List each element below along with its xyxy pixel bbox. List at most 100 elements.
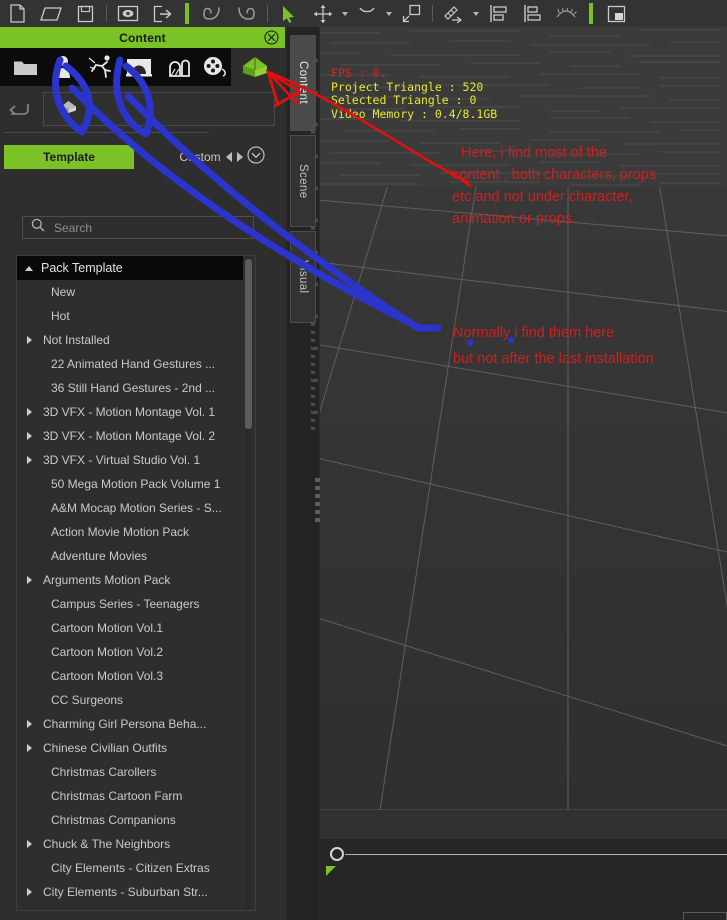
tab-template[interactable]: Template xyxy=(4,145,134,169)
media-icon[interactable] xyxy=(196,48,234,86)
list-item-label: Cartoon Motion Vol.3 xyxy=(51,669,164,683)
timeline-track[interactable] xyxy=(345,854,727,855)
scale-icon[interactable] xyxy=(394,0,428,27)
viewport-corner-control[interactable] xyxy=(683,912,727,920)
list-item[interactable]: Charming Girl Persona Beha... xyxy=(17,712,243,736)
list-item[interactable]: 22 Animated Hand Gestures ... xyxy=(17,352,243,376)
chevron-right-icon[interactable] xyxy=(27,744,39,752)
timeline-handle[interactable] xyxy=(330,847,344,861)
align-top-icon[interactable] xyxy=(481,0,515,27)
list-item[interactable]: Not Installed xyxy=(17,328,243,352)
pack-icon[interactable] xyxy=(236,48,274,86)
list-item-label: Adventure Movies xyxy=(51,549,148,563)
chevron-right-icon[interactable] xyxy=(27,840,39,848)
chevron-right-icon[interactable] xyxy=(27,432,39,440)
list-item[interactable]: 50 Mega Motion Pack Volume 1 xyxy=(17,472,243,496)
move-icon[interactable] xyxy=(306,0,340,27)
viewport-3d[interactable]: FPS : 0. Project Triangle : 520 Selected… xyxy=(320,27,727,839)
list-item[interactable]: Chuck & The Neighbors xyxy=(17,832,243,856)
list-item[interactable]: CC Surgeons xyxy=(17,688,243,712)
chevron-right-icon[interactable] xyxy=(27,408,39,416)
list-item[interactable]: Chinese Civilian Outfits xyxy=(17,736,243,760)
motion-dropdown-caret-icon[interactable] xyxy=(471,0,481,27)
stat-project-triangle: Project Triangle : 520 xyxy=(331,79,484,94)
list-item[interactable]: City Elements - Suburbs in xyxy=(17,904,243,910)
character-icon[interactable] xyxy=(44,48,82,86)
list-item[interactable]: A&M Mocap Motion Series - S... xyxy=(17,496,243,520)
list-item[interactable]: 3D VFX - Motion Montage Vol. 1 xyxy=(17,400,243,424)
list-item[interactable]: Campus Series - Teenagers xyxy=(17,592,243,616)
page-title: Content xyxy=(119,30,166,45)
list-item[interactable]: Cartoon Motion Vol.1 xyxy=(17,616,243,640)
chevron-right-icon[interactable] xyxy=(27,720,39,728)
timeline-bar xyxy=(320,839,727,920)
list-item-label: City Elements - Citizen Extras xyxy=(51,861,210,875)
chevron-down-icon[interactable] xyxy=(247,146,265,164)
list-item[interactable]: 3D VFX - Virtual Studio Vol. 1 xyxy=(17,448,243,472)
chevron-up-icon[interactable] xyxy=(25,265,37,271)
sidebar-item-visual[interactable]: Visual xyxy=(290,231,316,323)
select-arrow-icon[interactable] xyxy=(272,0,306,27)
export-icon[interactable] xyxy=(145,0,179,27)
new-project-icon[interactable] xyxy=(0,0,34,27)
chevron-right-icon[interactable] xyxy=(87,105,93,113)
list-item[interactable]: Cartoon Motion Vol.3 xyxy=(17,664,243,688)
sidebar-item-content[interactable]: Content xyxy=(290,35,316,131)
dock-tab-label-scene: Scene xyxy=(297,163,309,199)
list-item-label: Christmas Cartoon Farm xyxy=(51,789,183,803)
list-item[interactable]: Christmas Carollers xyxy=(17,760,243,784)
redo-icon[interactable] xyxy=(229,0,263,27)
breadcrumb-path-bar[interactable] xyxy=(43,92,275,126)
list-item[interactable]: City Elements - Suburban Str... xyxy=(17,880,243,904)
application-window: Content Template Custom Search Pack Temp… xyxy=(0,0,727,920)
list-scrollbar[interactable] xyxy=(245,259,252,909)
list-item[interactable]: Christmas Cartoon Farm xyxy=(17,784,243,808)
list-item[interactable]: Arguments Motion Pack xyxy=(17,568,243,592)
sidebar-item-scene[interactable]: Scene xyxy=(290,135,316,227)
chevron-right-icon[interactable] xyxy=(27,888,39,896)
pack-template-list[interactable]: Pack Template New Hot Not Installed 22 Anima… xyxy=(16,255,256,911)
undo-icon[interactable] xyxy=(195,0,229,27)
search-input[interactable]: Search xyxy=(22,216,254,239)
list-item-label: New xyxy=(51,285,76,299)
list-items-container: Pack Template New Hot Not Installed 22 Anima… xyxy=(17,256,243,910)
playhead-marker-icon[interactable] xyxy=(326,866,336,876)
toolbar-accent-bar-2 xyxy=(589,3,593,24)
list-scrollbar-thumb[interactable] xyxy=(245,259,252,429)
rotate-dropdown-caret-icon[interactable] xyxy=(384,0,394,27)
tabs-divider xyxy=(4,132,209,133)
list-group-header[interactable]: Pack Template xyxy=(17,256,243,280)
stage-icon[interactable] xyxy=(120,48,158,86)
back-button[interactable] xyxy=(6,98,32,120)
list-item-label: Not Installed xyxy=(43,333,110,347)
folder-icon[interactable] xyxy=(6,48,44,86)
chevron-right-icon[interactable] xyxy=(27,336,39,344)
list-item[interactable]: 36 Still Hand Gestures - 2nd ... xyxy=(17,376,243,400)
save-project-icon[interactable] xyxy=(68,0,102,27)
list-item[interactable]: Christmas Companions xyxy=(17,808,243,832)
eyelash-icon[interactable] xyxy=(549,0,583,27)
list-item[interactable]: Action Movie Motion Pack xyxy=(17,520,243,544)
preview-eye-icon[interactable] xyxy=(111,0,145,27)
close-icon[interactable] xyxy=(264,30,279,45)
open-project-icon[interactable] xyxy=(34,0,68,27)
list-item-label: A&M Mocap Motion Series - S... xyxy=(51,501,222,515)
tabs-scroll-right-icon[interactable] xyxy=(237,152,243,162)
tabs-scroll-left-icon[interactable] xyxy=(226,152,232,162)
rotate-icon[interactable] xyxy=(350,0,384,27)
list-item-label: City Elements - Suburbs in xyxy=(51,909,193,910)
chevron-right-icon[interactable] xyxy=(27,576,39,584)
move-dropdown-caret-icon[interactable] xyxy=(340,0,350,27)
list-item[interactable]: Hot xyxy=(17,304,243,328)
list-item[interactable]: Adventure Movies xyxy=(17,544,243,568)
align-bottom-icon[interactable] xyxy=(515,0,549,27)
prop-icon[interactable] xyxy=(158,48,196,86)
render-icon[interactable] xyxy=(599,0,633,27)
list-item[interactable]: Cartoon Motion Vol.2 xyxy=(17,640,243,664)
chevron-right-icon[interactable] xyxy=(27,456,39,464)
motion-icon[interactable] xyxy=(82,48,120,86)
list-item[interactable]: New xyxy=(17,280,243,304)
list-item[interactable]: 3D VFX - Motion Montage Vol. 2 xyxy=(17,424,243,448)
list-item[interactable]: City Elements - Citizen Extras xyxy=(17,856,243,880)
edit-motion-icon[interactable] xyxy=(437,0,471,27)
